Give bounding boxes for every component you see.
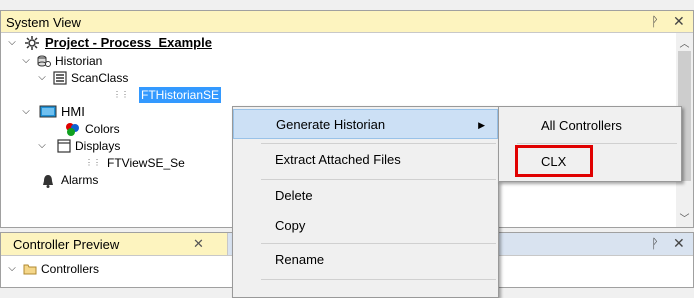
tree-item-alarms[interactable]: Alarms: [41, 172, 191, 188]
tree-item-hmi[interactable]: ⌵ HMI: [19, 104, 219, 120]
colors-label: Colors: [85, 122, 120, 136]
tree-item-colors[interactable]: Colors: [65, 121, 215, 137]
tree-item-fthistorianse[interactable]: ⋮⋮ FTHistorianSE: [111, 87, 281, 103]
system-view-title-bar: System View ᚹ ✕: [1, 11, 693, 33]
tab-controller-preview[interactable]: Controller Preview ✕: [1, 233, 228, 255]
menu-item-delete[interactable]: Delete: [233, 181, 498, 211]
all-controllers-label: All Controllers: [541, 118, 622, 133]
pin-icon[interactable]: ᚹ: [651, 236, 659, 251]
historian-icon: [37, 55, 51, 67]
menu-item-copy[interactable]: Copy: [233, 211, 498, 241]
bell-icon: [43, 175, 53, 188]
menu-separator: [261, 143, 496, 144]
chevron-down-icon[interactable]: ⌵: [7, 35, 17, 51]
menu-separator: [517, 143, 677, 144]
tab-close-icon[interactable]: ✕: [193, 236, 204, 252]
scanclass-label: ScanClass: [71, 71, 129, 85]
close-icon[interactable]: ✕: [673, 13, 685, 30]
delete-label: Delete: [275, 188, 313, 203]
ftviewse-label: FTViewSE_Se: [107, 156, 185, 170]
generate-historian-submenu: All Controllers CLX: [498, 106, 682, 182]
display-icon: [57, 139, 71, 153]
historian-label: Historian: [55, 54, 103, 68]
chevron-down-icon[interactable]: ⌵: [37, 70, 47, 86]
tree-item-project[interactable]: ⌵ Project - Process_Example: [5, 35, 305, 51]
scroll-up-icon[interactable]: ︿: [676, 35, 693, 50]
chevron-down-icon[interactable]: ⌵: [37, 138, 47, 154]
hmi-label: HMI: [61, 104, 85, 119]
tree-item-controllers[interactable]: ⌵ Controllers: [5, 261, 205, 277]
controller-preview-title: Controller Preview: [13, 237, 120, 252]
leaf-dots-icon: ⋮⋮: [113, 90, 129, 99]
alarms-label: Alarms: [61, 173, 99, 187]
tree-item-ftviewse[interactable]: ⋮⋮ FTViewSE_Se: [85, 155, 235, 171]
tree-item-displays[interactable]: ⌵ Displays: [35, 138, 235, 154]
leaf-dots-icon: ⋮⋮: [85, 158, 101, 167]
scanclass-icon: [53, 71, 67, 85]
color-palette-icon: [66, 123, 79, 136]
context-menu: Generate Historian ▶ Extract Attached Fi…: [232, 106, 499, 298]
extract-attached-files-label: Extract Attached Files: [275, 152, 401, 167]
chevron-down-icon[interactable]: ⌵: [21, 53, 31, 69]
controllers-label: Controllers: [41, 262, 100, 276]
system-view-title: System View: [6, 15, 81, 30]
menu-item-extract-attached-files[interactable]: Extract Attached Files: [233, 145, 498, 175]
generate-historian-label: Generate Historian: [276, 117, 386, 132]
submenu-arrow-icon: ▶: [478, 120, 485, 130]
close-icon[interactable]: ✕: [673, 235, 685, 252]
copy-label: Copy: [275, 218, 306, 233]
displays-label: Displays: [75, 139, 121, 153]
submenu-item-all-controllers[interactable]: All Controllers: [541, 111, 681, 141]
menu-separator: [261, 279, 496, 280]
menu-item-rename[interactable]: Rename: [233, 245, 498, 275]
menu-separator: [261, 179, 496, 180]
tree-item-historian[interactable]: ⌵ Historian: [19, 53, 219, 69]
highlight-box: [515, 145, 593, 177]
rename-label: Rename: [275, 252, 325, 267]
monitor-icon: [39, 105, 57, 118]
scroll-down-icon[interactable]: ﹀: [676, 210, 693, 225]
tree-item-scanclass[interactable]: ⌵ ScanClass: [35, 70, 235, 86]
chevron-down-icon[interactable]: ⌵: [21, 104, 31, 120]
pin-icon[interactable]: ᚹ: [651, 14, 659, 29]
chevron-down-icon[interactable]: ⌵: [7, 261, 17, 277]
menu-separator: [261, 243, 496, 244]
gear-icon: [25, 36, 39, 50]
fthistorianse-label: FTHistorianSE: [139, 87, 222, 103]
project-label: Project - Process_Example: [45, 35, 212, 50]
menu-item-generate-historian[interactable]: Generate Historian ▶: [233, 109, 498, 139]
folder-icon: [23, 264, 37, 275]
